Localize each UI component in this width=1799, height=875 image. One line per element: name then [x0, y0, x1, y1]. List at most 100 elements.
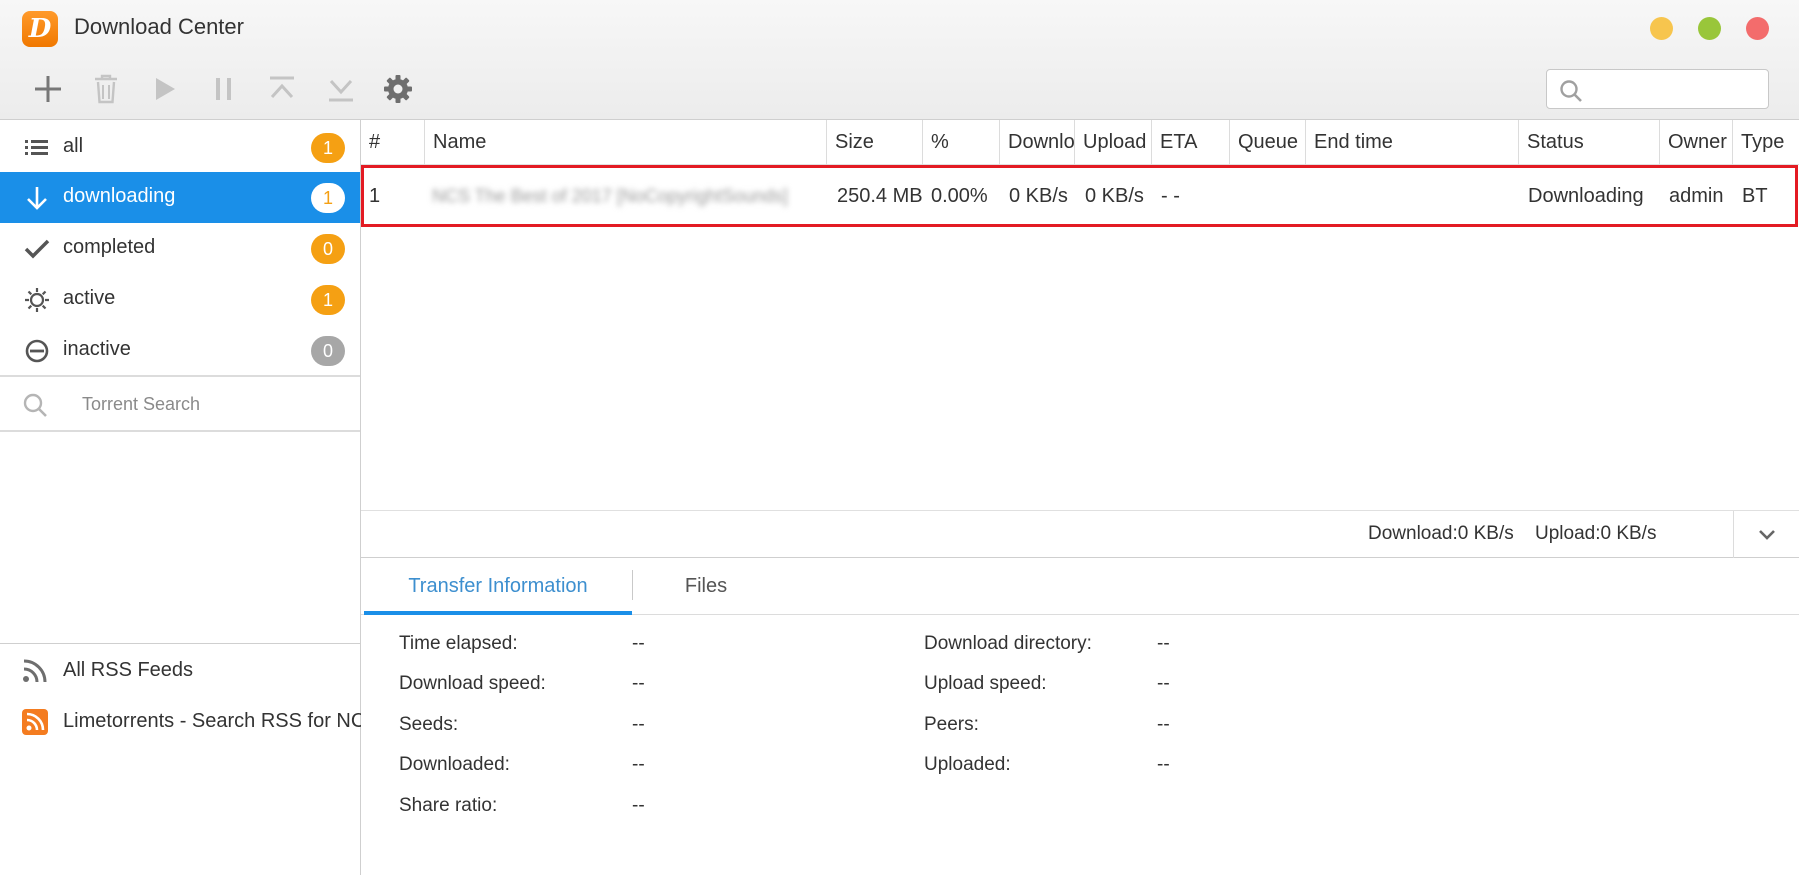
column-header-queue[interactable]: Queue: [1229, 120, 1305, 165]
info-value: --: [632, 673, 645, 694]
filter-label: all: [63, 135, 84, 157]
move-bottom-icon: [329, 79, 353, 102]
move-top-icon: [270, 76, 294, 99]
torrent-search-label: Torrent Search: [82, 394, 201, 414]
cell-size: 250.4 MB: [837, 185, 923, 207]
info-value: --: [632, 633, 645, 654]
list-icon: [25, 140, 48, 155]
info-label: Share ratio:: [399, 795, 498, 816]
info-value: --: [632, 754, 645, 775]
chevron-down-icon: [1758, 529, 1775, 540]
minus-circle-icon: [25, 339, 49, 363]
rss-feed-limetorrents[interactable]: Limetorrents - Search RSS for NCS: [0, 697, 379, 747]
sidebar: all 1 downloading 1 completed 0 active 1…: [0, 120, 379, 875]
cell-name: NCS The Best of 2017 [NoCopyrightSounds]: [432, 186, 788, 206]
column-header-eta[interactable]: ETA: [1151, 120, 1229, 165]
column-header-end-time[interactable]: End time: [1305, 120, 1518, 165]
app-logo-icon: D: [22, 11, 58, 47]
filter-label: active: [63, 287, 116, 309]
delete-button[interactable]: [89, 72, 123, 106]
total-download-speed: Download:0 KB/s: [1368, 523, 1514, 544]
filter-completed[interactable]: completed 0: [0, 223, 360, 274]
total-upload-speed: Upload:0 KB/s: [1535, 523, 1657, 544]
column-header-upload[interactable]: Upload: [1074, 120, 1151, 165]
info-label: Download speed:: [399, 673, 546, 694]
table-header: # Name Size % Downlo Upload ETA Queue En…: [361, 120, 1799, 165]
cell-queue: [1232, 168, 1308, 224]
column-header-download[interactable]: Downlo: [999, 120, 1074, 165]
maximize-button[interactable]: [1698, 17, 1721, 40]
filter-label: inactive: [63, 338, 131, 360]
count-badge: 1: [311, 285, 345, 315]
info-value: --: [632, 714, 645, 735]
info-value: --: [1157, 673, 1170, 694]
pause-button[interactable]: [207, 72, 241, 106]
divider: [0, 430, 360, 432]
search-box[interactable]: [1546, 69, 1769, 109]
cell-upload-speed: 0 KB/s: [1085, 185, 1144, 207]
filter-all[interactable]: all 1: [0, 122, 360, 173]
filter-active[interactable]: active 1: [0, 274, 360, 325]
info-label: Upload speed:: [924, 673, 1047, 694]
title-toolbar-bar: D Download Center: [0, 0, 1799, 120]
column-header-percent[interactable]: %: [922, 120, 999, 165]
cell-percent: 0.00%: [931, 185, 988, 207]
pause-icon: [216, 78, 231, 100]
sun-icon: [25, 288, 49, 312]
tab-separator: [632, 570, 633, 600]
column-header-name[interactable]: Name: [424, 120, 826, 165]
rss-label: All RSS Feeds: [63, 659, 194, 681]
move-bottom-button[interactable]: [324, 72, 358, 106]
info-label: Uploaded:: [924, 754, 1011, 775]
cell-owner: admin: [1669, 185, 1724, 207]
info-value: --: [632, 795, 645, 816]
torrent-search[interactable]: Torrent Search: [0, 377, 360, 432]
add-button[interactable]: [31, 72, 65, 106]
column-header-owner[interactable]: Owner: [1659, 120, 1732, 165]
info-label: Seeds:: [399, 714, 459, 735]
cell-end-time: [1308, 168, 1520, 224]
info-value: --: [1157, 754, 1170, 775]
count-badge: 0: [311, 234, 345, 264]
collapse-details-button[interactable]: [1733, 511, 1799, 558]
tab-transfer-information[interactable]: Transfer Information: [364, 558, 632, 615]
close-button[interactable]: [1746, 17, 1769, 40]
add-icon: [35, 76, 61, 102]
tab-files[interactable]: Files: [641, 558, 771, 615]
filter-downloading[interactable]: downloading 1: [0, 172, 360, 223]
divider: [0, 643, 360, 644]
start-button[interactable]: [148, 72, 182, 106]
column-header-size[interactable]: Size: [826, 120, 922, 165]
rss-orange-icon: [22, 709, 48, 735]
main-panel: # Name Size % Downlo Upload ETA Queue En…: [361, 120, 1799, 875]
table-row[interactable]: 1 NCS The Best of 2017 [NoCopyrightSound…: [361, 165, 1798, 227]
search-input[interactable]: [1591, 76, 1761, 102]
play-icon: [156, 78, 175, 100]
cell-download-speed: 0 KB/s: [1009, 185, 1068, 207]
count-badge: 1: [311, 183, 345, 213]
column-header-status[interactable]: Status: [1518, 120, 1659, 165]
filter-label: downloading: [63, 185, 176, 207]
search-icon: [1560, 80, 1582, 102]
details-tabs: Transfer Information Files: [361, 558, 1799, 615]
move-top-button[interactable]: [265, 72, 299, 106]
gear-icon: [384, 75, 412, 103]
info-value: --: [1157, 714, 1170, 735]
trash-icon: [95, 74, 117, 104]
count-badge: 1: [311, 133, 345, 163]
search-icon: [23, 393, 47, 417]
info-label: Downloaded:: [399, 754, 510, 775]
rss-all-feeds[interactable]: All RSS Feeds: [0, 646, 360, 696]
arrow-down-icon: [27, 187, 47, 210]
cell-eta: - -: [1161, 185, 1180, 207]
checkmark-icon: [24, 239, 50, 259]
speed-status-bar: Download:0 KB/s Upload:0 KB/s: [361, 510, 1799, 558]
minimize-button[interactable]: [1650, 17, 1673, 40]
info-label: Peers:: [924, 714, 979, 735]
filter-inactive[interactable]: inactive 0: [0, 325, 360, 376]
column-header-type[interactable]: Type: [1732, 120, 1799, 165]
info-label: Download directory:: [924, 633, 1092, 654]
rss-icon: [23, 659, 47, 683]
settings-button[interactable]: [381, 72, 415, 106]
column-header-number[interactable]: #: [361, 120, 424, 165]
